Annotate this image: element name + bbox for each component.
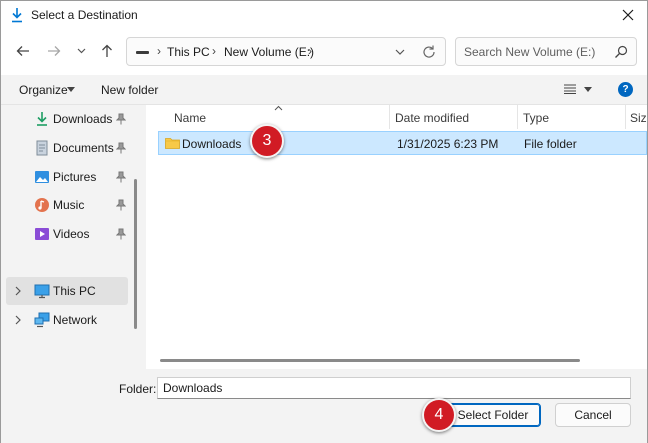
window-title: Select a Destination [31,8,138,22]
cancel-button[interactable]: Cancel [555,403,631,427]
step-marker-4: 4 [422,398,456,432]
sidebar-item-pictures[interactable]: Pictures [6,163,128,191]
chevron-right-icon[interactable] [14,285,22,297]
sidebar-item-label: This PC [53,284,96,298]
row-type: File folder [524,137,577,151]
computer-icon [34,284,50,299]
sidebar-item-label: Downloads [53,112,113,126]
folder-icon [165,138,180,149]
pin-icon[interactable] [116,113,126,125]
file-list-pane: Name Date modified Type Size Downloads 1… [146,105,647,369]
pin-icon[interactable] [116,171,126,183]
breadcrumb-separator-icon: › [212,44,216,58]
column-header-label: Name [174,111,207,125]
table-row[interactable]: Downloads 1/31/2025 6:23 PM File folder [158,131,647,155]
search-icon [615,45,628,58]
music-icon [35,198,49,212]
close-button[interactable] [615,3,641,27]
sidebar-item-videos[interactable]: Videos [6,220,128,248]
sidebar-item-label: Network [53,313,98,327]
dialog-footer: Folder: Select Folder Cancel [1,369,647,443]
sidebar-item-label: Pictures [53,170,97,184]
pin-icon[interactable] [116,199,126,211]
drive-icon [136,51,149,54]
caret-down-icon[interactable] [584,87,592,92]
breadcrumb-new-volume[interactable]: New Volume (E:) [224,45,314,59]
search-placeholder: Search New Volume (E:) [464,45,596,59]
navigation-pane: Downloads Documents Pictures Music Video… [1,105,146,369]
arrow-right-icon [48,46,61,56]
sidebar-item-label: Videos [53,227,90,241]
step-marker-3: 3 [250,124,284,158]
address-bar[interactable]: › This PC › New Volume (E:) › [126,37,446,66]
arrow-left-icon [16,46,29,56]
download-arrow-icon [12,8,22,23]
sidebar-item-this-pc[interactable]: This PC [6,277,128,305]
pin-icon[interactable] [116,142,126,154]
command-bar: Organize New folder ? [1,75,647,105]
pin-icon[interactable] [116,228,126,240]
column-header-type[interactable]: Type [518,105,625,129]
sidebar-scrollbar[interactable] [134,179,137,329]
row-name: Downloads [182,137,242,151]
back-button[interactable] [13,41,33,61]
video-icon [35,228,49,240]
column-header-label: Size [630,111,647,125]
sidebar-item-downloads[interactable]: Downloads [6,105,128,133]
chevron-down-icon [77,48,85,54]
sidebar-item-label: Music [53,198,85,212]
refresh-icon[interactable] [421,44,437,60]
column-header-label: Type [523,111,550,125]
download-icon [37,112,47,126]
breadcrumb-separator-icon: › [157,44,161,58]
organize-button[interactable]: Organize [19,83,68,97]
breadcrumb-this-pc[interactable]: This PC [167,45,210,59]
title-bar: Select a Destination [1,1,647,29]
breadcrumb-separator-icon: › [308,44,312,58]
sidebar-item-music[interactable]: Music [6,191,128,219]
sidebar-item-label: Documents [53,141,114,155]
horizontal-scrollbar[interactable] [160,359,580,362]
document-icon [36,140,48,156]
up-button[interactable] [97,41,117,61]
close-icon [622,9,634,21]
column-header-label: Date modified [395,111,470,125]
arrow-up-icon [102,44,112,57]
forward-button[interactable] [44,41,64,61]
column-header-size[interactable]: Size [626,105,647,129]
row-date-modified: 1/31/2025 6:23 PM [397,137,499,151]
select-folder-button[interactable]: Select Folder [445,403,541,427]
caret-down-icon [67,87,75,92]
picture-icon [35,171,49,183]
chevron-right-icon[interactable] [14,314,22,326]
column-header-date[interactable]: Date modified [390,105,517,129]
view-options-icon[interactable] [564,84,576,94]
new-folder-button[interactable]: New folder [101,83,158,97]
help-button[interactable]: ? [618,82,633,97]
folder-label: Folder: [119,382,157,396]
navigation-bar: › This PC › New Volume (E:) › Search New… [1,29,647,75]
sidebar-item-network[interactable]: Network [6,306,128,334]
search-box[interactable]: Search New Volume (E:) [455,37,637,66]
folder-name-input[interactable] [157,377,631,399]
select-destination-dialog: Select a Destination › This PC › New Vol… [0,0,648,443]
recent-locations-button[interactable] [71,41,91,61]
sidebar-item-documents[interactable]: Documents [6,134,128,162]
network-icon [34,312,50,328]
address-dropdown-icon[interactable] [393,44,407,60]
